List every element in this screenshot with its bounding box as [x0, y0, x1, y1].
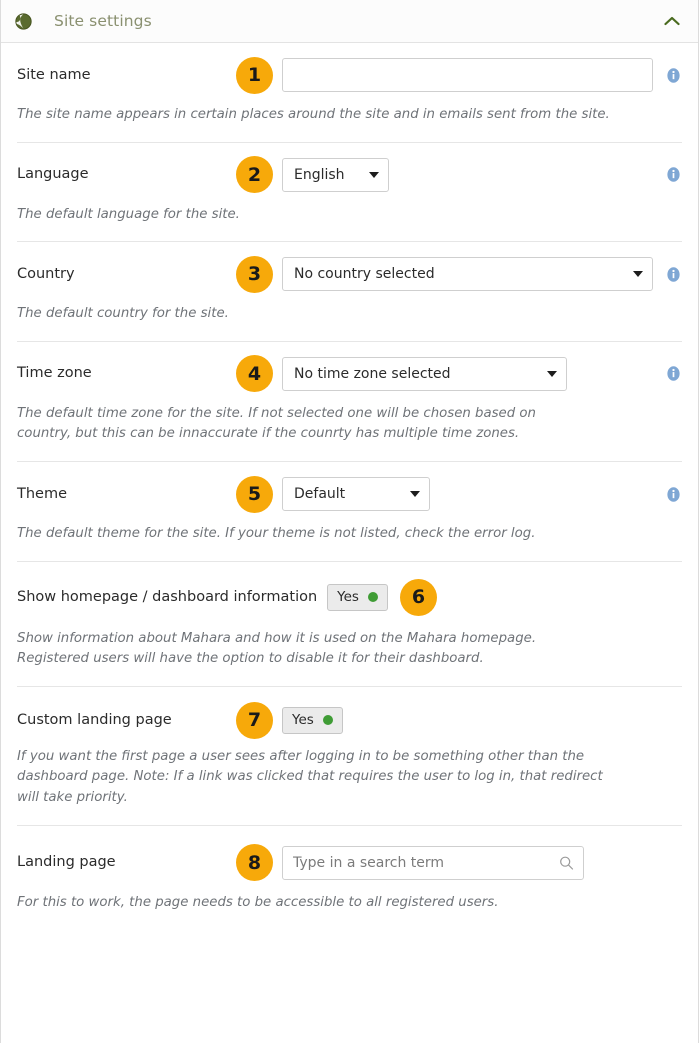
landing-page-search-wrap — [282, 846, 584, 880]
chevron-down-icon — [410, 491, 420, 497]
theme-select-value: Default — [294, 486, 396, 502]
panel-header[interactable]: Site settings — [1, 0, 698, 43]
collapse-toggle-button[interactable] — [662, 11, 682, 31]
help-text-country: The default country for the site. — [17, 291, 627, 341]
step-badge-1: 1 — [236, 57, 273, 94]
theme-select[interactable]: Default — [282, 477, 430, 511]
chevron-up-icon — [664, 16, 680, 26]
info-icon[interactable] — [665, 365, 682, 382]
form-row-landing-page: Landing page 8 For this to work, the pag… — [17, 826, 682, 952]
step-badge-6: 6 — [400, 579, 437, 616]
help-text-custom-landing-page: If you want the first page a user sees a… — [17, 734, 607, 825]
toggle-status-dot-icon — [368, 592, 378, 602]
step-badge-7: 7 — [236, 702, 273, 739]
landing-page-search-input[interactable] — [282, 846, 584, 880]
chevron-down-icon — [633, 271, 643, 277]
show-homepage-toggle-label: Yes — [337, 589, 359, 605]
form-row-timezone: Time zone 4 No time zone selected The de… — [17, 342, 682, 462]
site-settings-panel: Site settings Site name 1 — [0, 0, 699, 1043]
timezone-select-value: No time zone selected — [294, 366, 533, 382]
timezone-select[interactable]: No time zone selected — [282, 357, 567, 391]
help-text-show-homepage: Show information about Mahara and how it… — [17, 616, 577, 686]
help-text-language: The default language for the site. — [17, 192, 627, 242]
bottom-spacer — [17, 929, 682, 951]
step-badge-3: 3 — [236, 256, 273, 293]
chevron-down-icon — [547, 371, 557, 377]
form-row-theme: Theme 5 Default The default theme for th… — [17, 462, 682, 562]
custom-landing-page-toggle[interactable]: Yes — [282, 707, 343, 734]
info-icon[interactable] — [665, 67, 682, 84]
form-row-custom-landing-page: Custom landing page 7 Yes If you want th… — [17, 687, 682, 826]
help-text-timezone: The default time zone for the site. If n… — [17, 391, 562, 461]
help-text-theme: The default theme for the site. If your … — [17, 511, 627, 561]
info-icon[interactable] — [665, 266, 682, 283]
form-row-country: Country 3 No country selected The defaul… — [17, 242, 682, 342]
step-badge-5: 5 — [236, 476, 273, 513]
custom-landing-page-toggle-label: Yes — [292, 712, 314, 728]
form-row-show-homepage: Show homepage / dashboard information Ye… — [17, 562, 682, 687]
settings-form: Site name 1 The site name appears in cer… — [1, 43, 698, 951]
site-name-input[interactable] — [282, 58, 653, 92]
info-icon[interactable] — [665, 166, 682, 183]
help-text-landing-page: For this to work, the page needs to be a… — [17, 880, 627, 930]
form-row-language: Language 2 English The default language … — [17, 143, 682, 243]
country-select[interactable]: No country selected — [282, 257, 653, 291]
info-icon[interactable] — [665, 486, 682, 503]
step-badge-8: 8 — [236, 844, 273, 881]
form-row-site-name: Site name 1 The site name appears in cer… — [17, 43, 682, 143]
step-badge-2: 2 — [236, 156, 273, 193]
help-text-site-name: The site name appears in certain places … — [17, 92, 627, 142]
label-show-homepage: Show homepage / dashboard information — [17, 588, 317, 607]
step-badge-4: 4 — [236, 355, 273, 392]
globe-icon — [15, 13, 32, 30]
language-select[interactable]: English — [282, 158, 389, 192]
chevron-down-icon — [369, 172, 379, 178]
country-select-value: No country selected — [294, 266, 619, 282]
page-title: Site settings — [54, 12, 662, 30]
toggle-status-dot-icon — [323, 715, 333, 725]
show-homepage-toggle[interactable]: Yes — [327, 584, 388, 611]
language-select-value: English — [294, 167, 355, 183]
